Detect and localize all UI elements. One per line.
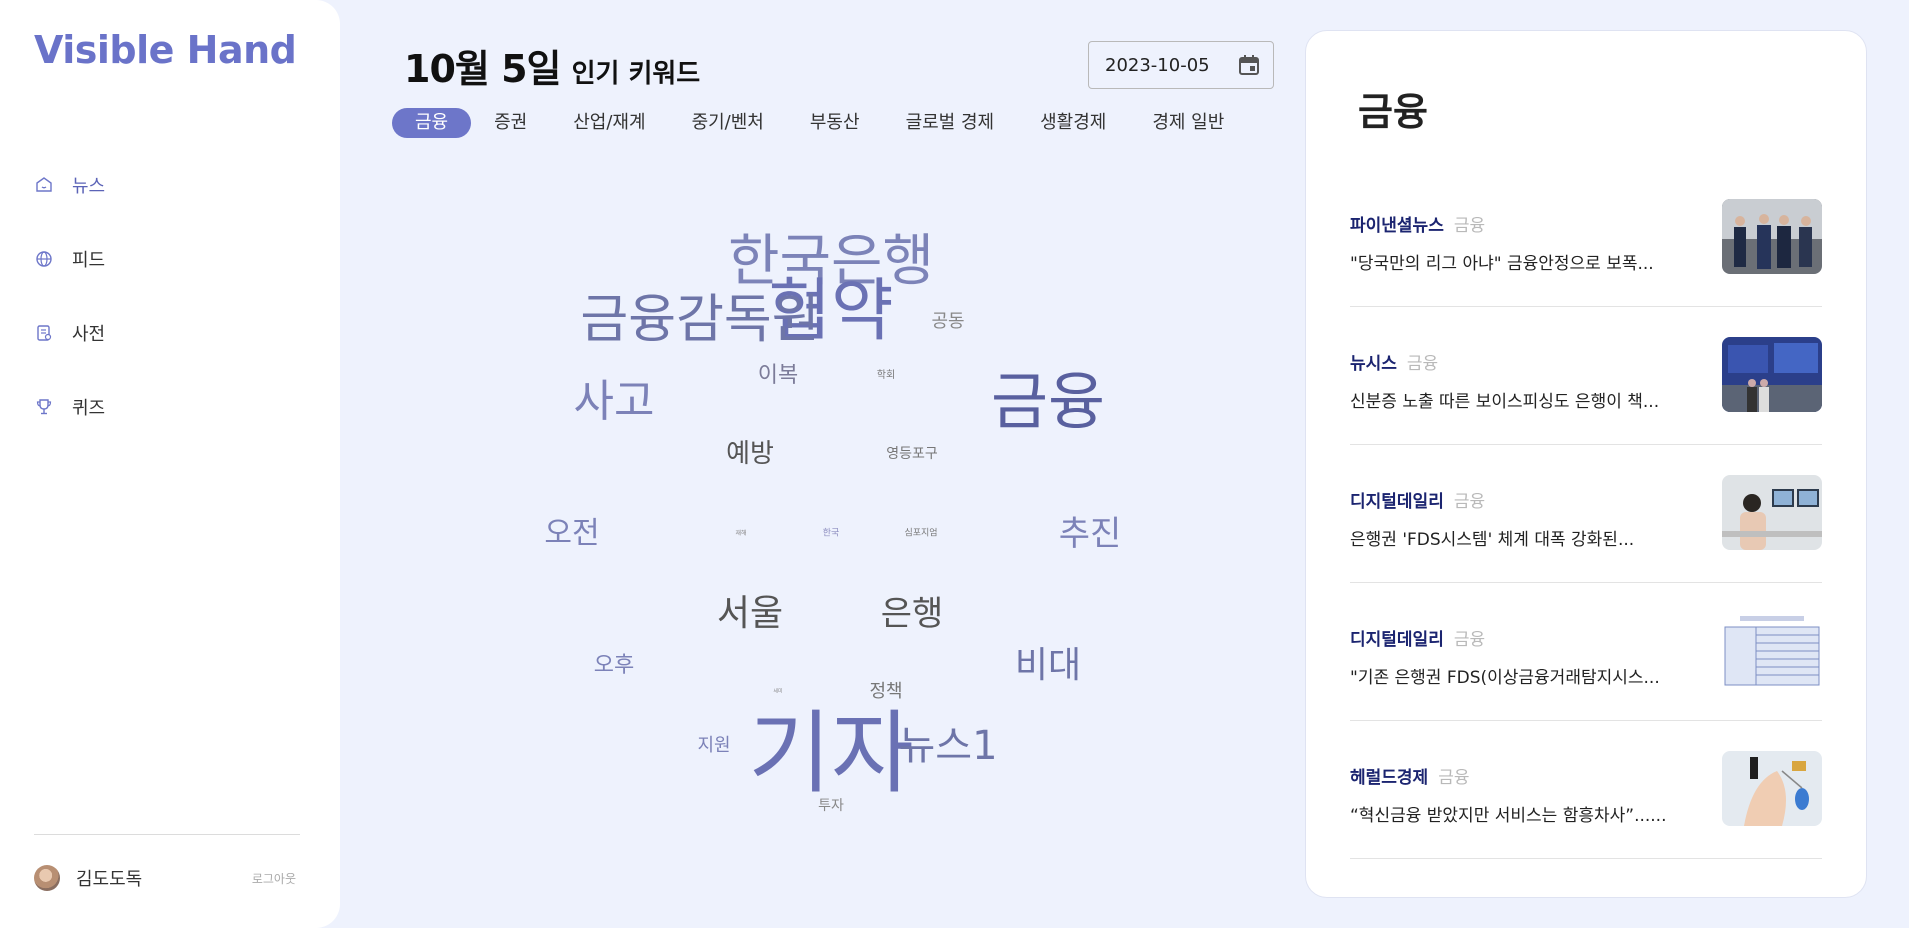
page-title-date: 10월 5일: [404, 47, 561, 91]
news-headline[interactable]: "당국만의 리그 아냐" 금융안정으로 보폭...: [1350, 249, 1700, 274]
sidebar-item-quiz[interactable]: 퀴즈: [34, 370, 294, 444]
news-source: 뉴시스 금융: [1350, 349, 1438, 374]
keyword[interactable]: 세미: [773, 689, 782, 695]
keyword[interactable]: 추진: [1059, 517, 1122, 551]
keyword[interactable]: 금융감독원: [580, 294, 819, 346]
keyword[interactable]: 오후: [594, 655, 634, 677]
home-icon: [36, 177, 52, 192]
keyword[interactable]: 정책: [869, 683, 902, 701]
keyword[interactable]: 영등포구: [886, 447, 938, 461]
keyword[interactable]: 공동: [931, 313, 964, 331]
news-category: 금융: [1453, 630, 1486, 650]
sidebar-item-label: 피드: [72, 250, 106, 271]
news-list: 파이낸셜뉴스 금융 "당국만의 리그 아냐" 금융안정으로 보폭... 뉴시스 금융…: [1350, 169, 1822, 859]
date-value: 2023-10-05: [1105, 54, 1210, 76]
news-thumbnail[interactable]: [1722, 199, 1822, 274]
tab-global-economy[interactable]: 글로벌 경제: [883, 108, 1018, 138]
news-source: 디지털데일리 금융: [1350, 487, 1485, 512]
keyword[interactable]: 이복: [758, 365, 798, 387]
date-picker[interactable]: 2023-10-05: [1088, 41, 1274, 89]
keyword[interactable]: 재해: [735, 531, 746, 537]
page-title-subtitle: 인기 키워드: [571, 59, 701, 89]
sidebar: Visible Hand 뉴스 피드 사전 퀴즈 김도도독 로그아웃: [0, 0, 340, 928]
tab-general-economy[interactable]: 경제 일반: [1129, 108, 1247, 138]
user-profile: 김도도독 로그아웃: [34, 864, 296, 892]
sidebar-nav: 뉴스 피드 사전 퀴즈: [34, 148, 294, 444]
news-source-name: 뉴시스: [1350, 354, 1397, 374]
news-source-name: 디지털데일리: [1350, 630, 1444, 650]
category-tabs: 금융 증권 산업/재계 중기/벤처 부동산 글로벌 경제 생활경제 경제 일반: [392, 108, 1247, 138]
news-headline[interactable]: "기존 은행권 FDS(이상금융거래탐지시스...: [1350, 663, 1700, 688]
sidebar-divider: [34, 834, 300, 835]
avatar[interactable]: [34, 865, 60, 891]
logout-button[interactable]: 로그아웃: [252, 870, 296, 887]
tab-real-estate[interactable]: 부동산: [787, 108, 883, 138]
keyword[interactable]: 사고: [574, 380, 655, 424]
news-category: 금융: [1453, 492, 1486, 512]
globe-icon: [36, 251, 52, 267]
dictionary-icon: [37, 325, 52, 341]
user-name: 김도도독: [76, 869, 143, 890]
tab-living-economy[interactable]: 생활경제: [1017, 108, 1129, 138]
news-thumbnail[interactable]: [1722, 751, 1822, 826]
news-category: 금융: [1438, 768, 1470, 788]
keyword[interactable]: 오전: [544, 519, 599, 549]
news-thumbnail[interactable]: [1722, 613, 1822, 688]
news-item[interactable]: 뉴시스 금융 신분증 노출 따른 보이스피싱도 은행이 책...: [1350, 307, 1822, 445]
keyword[interactable]: 기자: [748, 709, 914, 799]
news-item[interactable]: 파이낸셜뉴스 금융 "당국만의 리그 아냐" 금융안정으로 보폭...: [1350, 169, 1822, 307]
news-item[interactable]: 디지털데일리 금융 "기존 은행권 FDS(이상금융거래탐지시스...: [1350, 583, 1822, 721]
sidebar-item-dictionary[interactable]: 사전: [34, 296, 294, 370]
tab-venture[interactable]: 중기/벤처: [669, 108, 787, 138]
keyword[interactable]: 비대: [1015, 648, 1081, 684]
news-category: 금융: [1453, 216, 1486, 236]
news-item[interactable]: 헤럴드경제 금융 “혁신금융 받았지만 서비스는 함흥차사”......: [1350, 721, 1822, 859]
news-source-name: 디지털데일리: [1350, 492, 1444, 512]
trophy-icon: [36, 399, 52, 415]
sidebar-item-label: 사전: [72, 324, 106, 345]
keyword[interactable]: 심포지엄: [904, 529, 937, 539]
panel-title: 금융: [1358, 90, 1428, 134]
news-source: 헤럴드경제 금융: [1350, 763, 1469, 788]
news-thumbnail[interactable]: [1722, 337, 1822, 412]
keyword[interactable]: 학회: [877, 371, 895, 381]
keyword[interactable]: 은행: [881, 597, 944, 631]
sidebar-item-label: 뉴스: [72, 176, 106, 197]
news-source: 디지털데일리 금융: [1350, 625, 1485, 650]
news-item[interactable]: 디지털데일리 금융 은행권 'FDS시스템' 체계 대폭 강화된...: [1350, 445, 1822, 583]
tab-industry[interactable]: 산업/재계: [550, 108, 668, 138]
keyword[interactable]: 서울: [717, 596, 783, 632]
news-headline[interactable]: 신분증 노출 따른 보이스피싱도 은행이 책...: [1350, 387, 1700, 412]
keyword[interactable]: 뉴스1: [898, 726, 997, 766]
news-source-name: 헤럴드경제: [1350, 768, 1429, 788]
sidebar-item-label: 퀴즈: [72, 398, 106, 419]
keyword[interactable]: 예방: [726, 441, 774, 467]
page-title: 10월 5일 인기 키워드: [404, 38, 700, 93]
keyword[interactable]: 지원: [697, 737, 730, 755]
news-headline[interactable]: “혁신금융 받았지만 서비스는 함흥차사”......: [1350, 801, 1700, 826]
news-thumbnail[interactable]: [1722, 475, 1822, 550]
keyword[interactable]: 한국: [823, 529, 840, 539]
calendar-icon[interactable]: [1237, 53, 1261, 77]
tab-finance[interactable]: 금융: [392, 108, 472, 138]
news-source: 파이낸셜뉴스 금융: [1350, 211, 1485, 236]
app-logo[interactable]: Visible Hand: [34, 28, 297, 72]
news-category: 금융: [1406, 354, 1439, 374]
keyword[interactable]: 투자: [818, 799, 844, 813]
sidebar-item-feed[interactable]: 피드: [34, 222, 294, 296]
news-headline[interactable]: 은행권 'FDS시스템' 체계 대폭 강화된...: [1350, 525, 1700, 550]
news-source-name: 파이낸셜뉴스: [1350, 216, 1444, 236]
tab-securities[interactable]: 증권: [471, 108, 550, 138]
news-panel: 금융 파이낸셜뉴스금융 "당국만의 리그 아냐" 금융안정으로 보폭... 뉴: [1305, 30, 1867, 898]
sidebar-item-news[interactable]: 뉴스: [34, 148, 294, 222]
keyword[interactable]: 금융: [991, 371, 1105, 433]
